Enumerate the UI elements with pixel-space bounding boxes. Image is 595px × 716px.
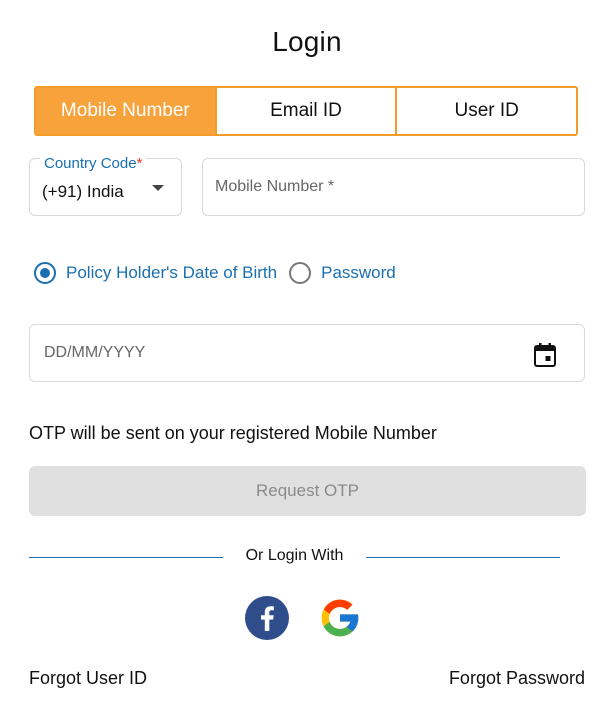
divider-line-right <box>366 557 560 558</box>
radio-dob-label: Policy Holder's Date of Birth <box>66 263 278 282</box>
chevron-down-icon[interactable] <box>152 185 164 191</box>
radio-dob[interactable]: Policy Holder's Date of Birth <box>34 262 277 284</box>
auth-option-group: Policy Holder's Date of Birth Password <box>34 262 408 284</box>
request-otp-button[interactable]: Request OTP <box>29 466 586 516</box>
google-icon[interactable] <box>318 596 362 640</box>
login-method-tabs: Mobile Number Email ID User ID <box>34 86 578 136</box>
page-title: Login <box>272 26 342 57</box>
tab-email-id[interactable]: Email ID <box>216 88 398 134</box>
dob-placeholder: DD/MM/YYYY <box>44 344 146 361</box>
calendar-icon[interactable] <box>534 343 556 367</box>
radio-checked-icon[interactable] <box>34 262 56 284</box>
country-code-label-text: Country Code <box>44 155 137 172</box>
radio-unchecked-icon[interactable] <box>289 262 312 284</box>
radio-password[interactable]: Password <box>289 262 396 284</box>
country-code-value: (+91) India <box>42 182 124 201</box>
country-code-label: Country Code* <box>40 155 147 172</box>
social-divider-text: Or Login With <box>245 547 344 564</box>
mobile-number-placeholder: Mobile Number * <box>215 178 335 195</box>
radio-password-label: Password <box>321 263 396 282</box>
forgot-password-link[interactable]: Forgot Password <box>449 668 585 689</box>
tab-mobile-number[interactable]: Mobile Number <box>36 88 217 134</box>
facebook-icon[interactable] <box>245 596 289 640</box>
required-mark: * <box>136 155 143 172</box>
mobile-number-input[interactable]: Mobile Number * <box>202 158 585 216</box>
country-code-select[interactable]: Country Code* (+91) India <box>29 155 182 216</box>
divider-line-left <box>29 557 223 558</box>
tab-user-id[interactable]: User ID <box>397 88 576 134</box>
dob-input[interactable]: DD/MM/YYYY <box>29 324 585 382</box>
otp-note: OTP will be sent on your registered Mobi… <box>29 423 437 443</box>
forgot-user-id-link[interactable]: Forgot User ID <box>29 668 147 689</box>
